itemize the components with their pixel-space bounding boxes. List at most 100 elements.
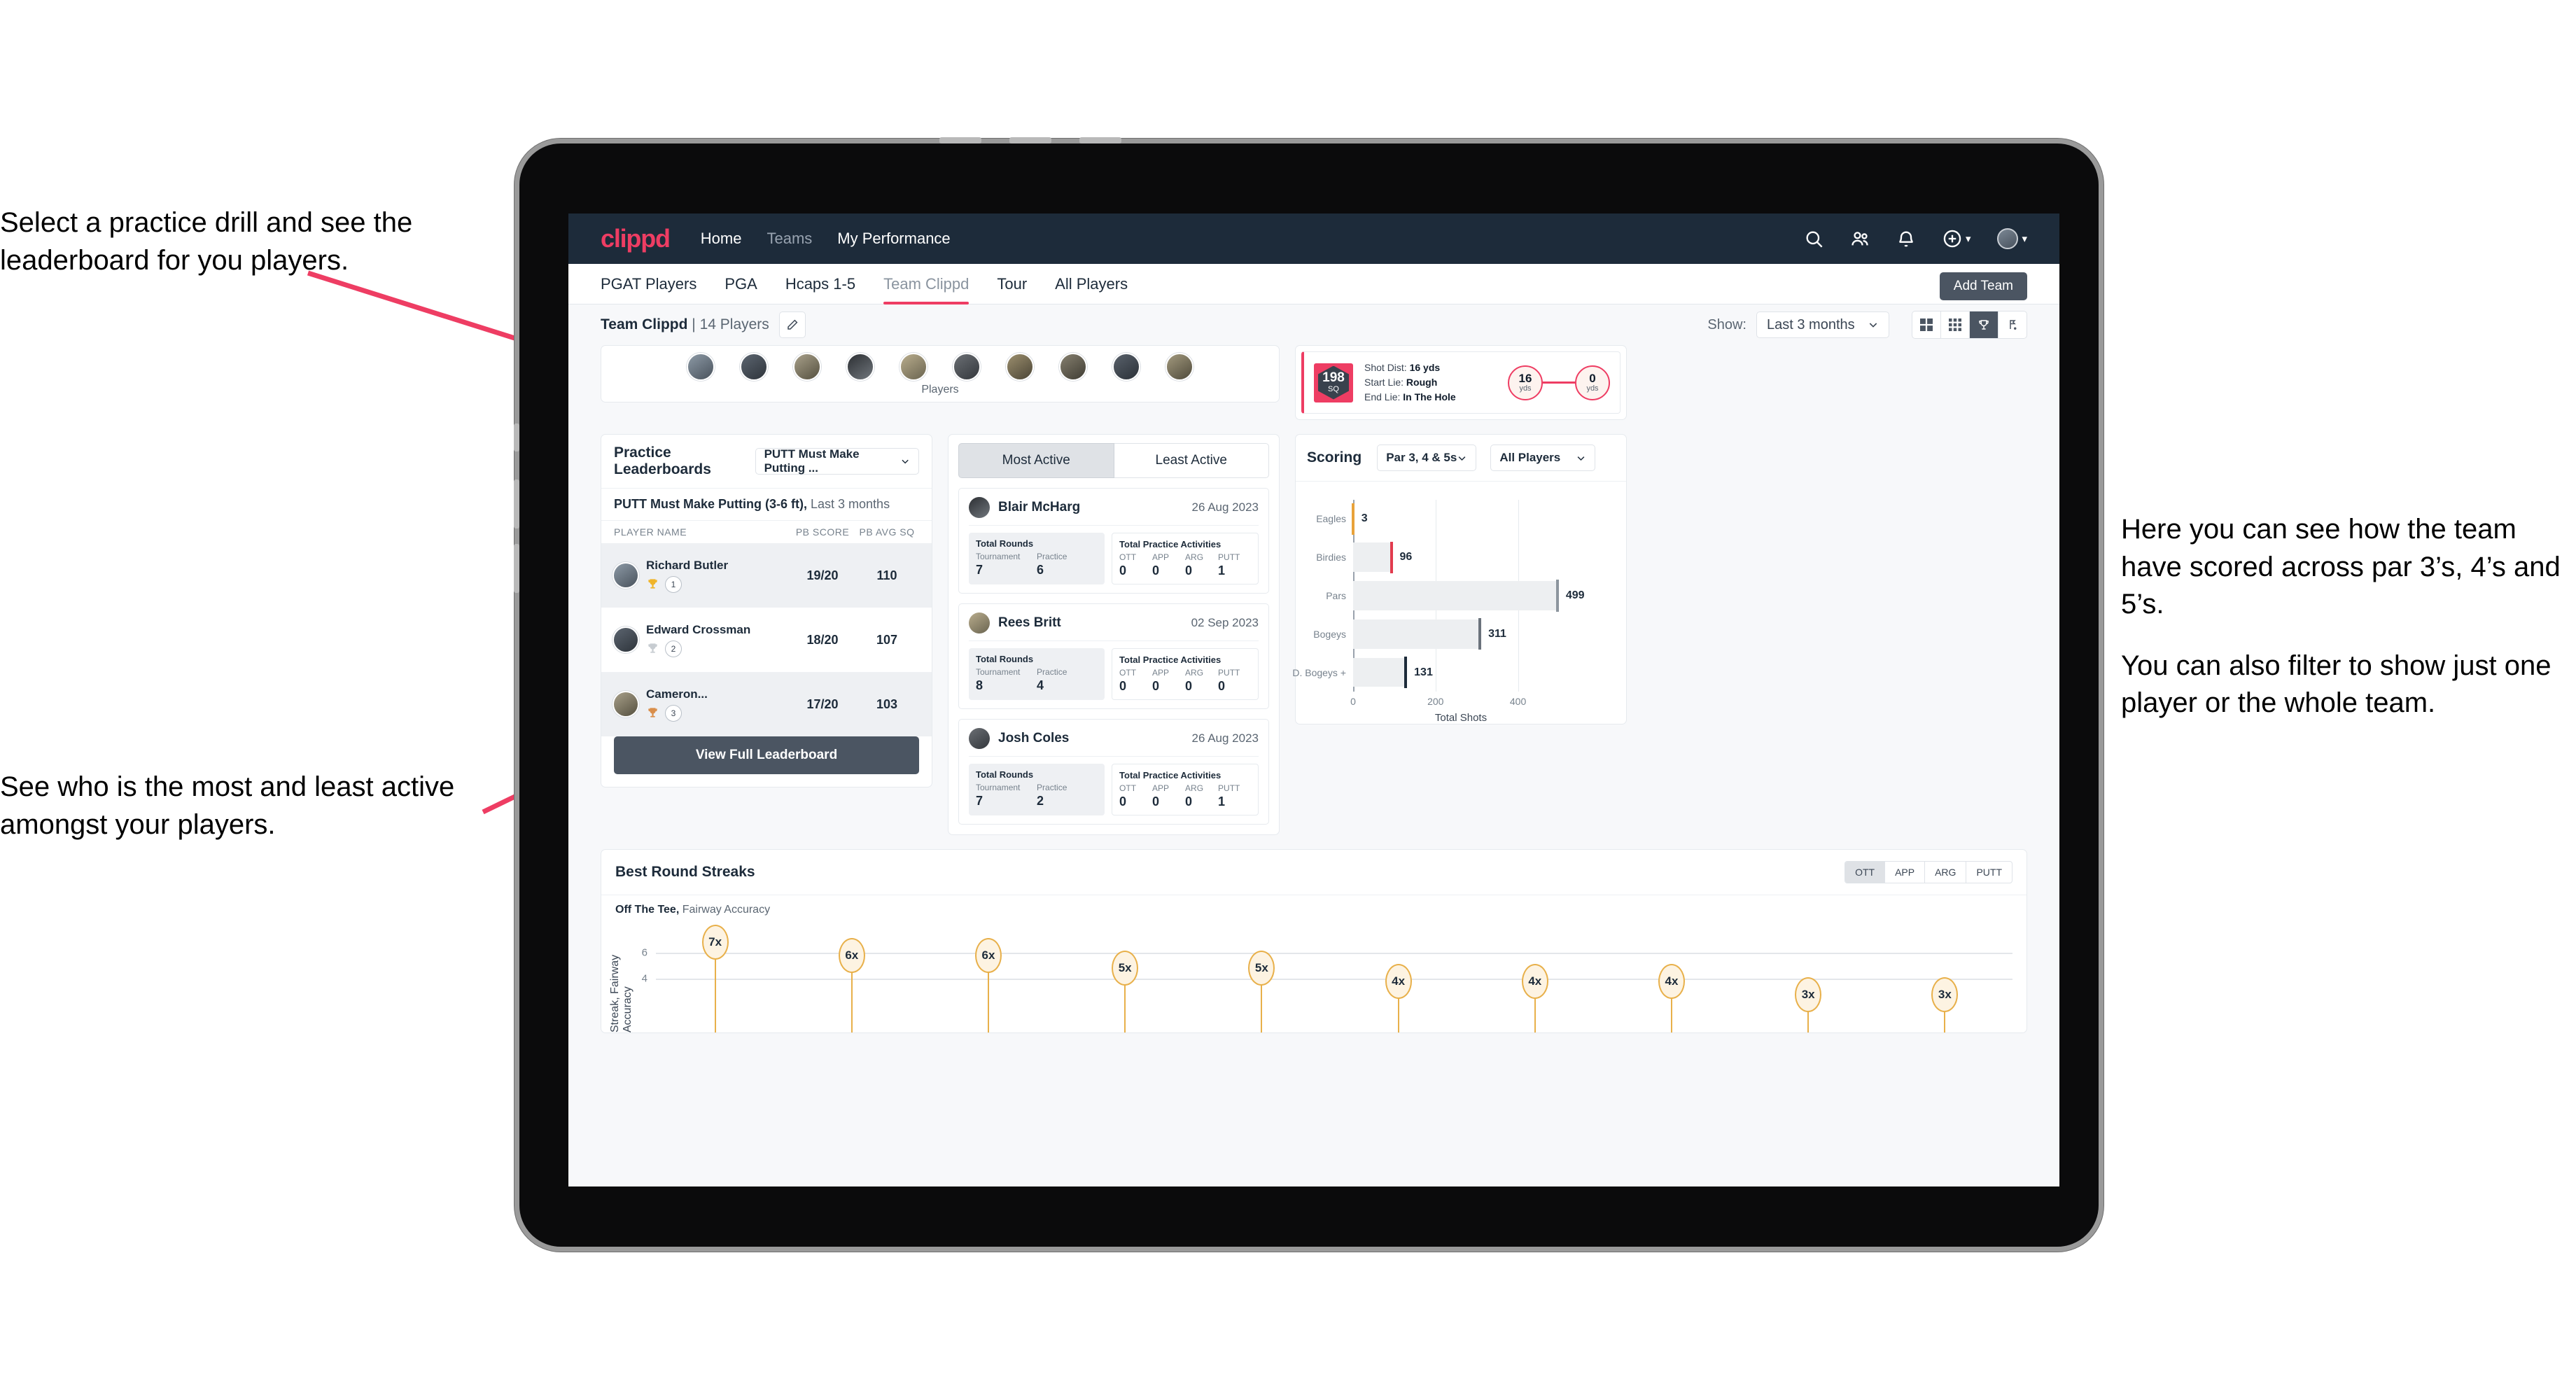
tab-most-active[interactable]: Most Active xyxy=(958,443,1114,478)
view-grid-large-button[interactable] xyxy=(1912,312,1941,338)
activity-player-list: Blair McHarg 26 Aug 2023 Total Rounds Tourn… xyxy=(948,488,1279,825)
player-avatar[interactable] xyxy=(740,353,768,381)
tab-pga[interactable]: PGA xyxy=(724,264,757,304)
activity-card-item[interactable]: Josh Coles 26 Aug 2023 Total Rounds Tournam… xyxy=(958,719,1269,825)
leaderboard-row[interactable]: Edward Crossman 2 18/20 107 xyxy=(601,608,932,672)
streak-lollipop[interactable]: 7x xyxy=(701,924,729,1032)
streak-lollipop[interactable]: 3x xyxy=(1795,976,1822,1032)
profile-menu[interactable]: ▾ xyxy=(1997,228,2027,249)
streak-lollipop[interactable]: 6x xyxy=(975,937,1002,1032)
total-rounds-title: Total Rounds xyxy=(976,538,1034,549)
pa-col-app-label: APP xyxy=(1152,668,1170,678)
streaks-tab-ott[interactable]: OTT xyxy=(1845,862,1886,883)
streak-lollipop[interactable]: 4x xyxy=(1658,964,1685,1032)
player-avatar[interactable] xyxy=(1006,353,1034,381)
view-trophy-button[interactable] xyxy=(1970,312,1998,338)
bell-icon[interactable] xyxy=(1896,229,1916,248)
streak-lollipop[interactable]: 3x xyxy=(1931,976,1959,1032)
view-full-leaderboard-button[interactable]: View Full Leaderboard xyxy=(614,736,919,774)
pa-col-app-label: APP xyxy=(1152,552,1170,562)
tab-pgat-players[interactable]: PGAT Players xyxy=(601,264,696,304)
pa-col-putt-label: PUTT xyxy=(1218,668,1240,678)
pa-col-putt-label: PUTT xyxy=(1218,783,1240,793)
search-icon[interactable] xyxy=(1804,229,1823,248)
activity-date: 26 Aug 2023 xyxy=(1191,732,1259,745)
player-avatar[interactable] xyxy=(1112,353,1140,381)
rounds-practice-value: 4 xyxy=(1037,678,1044,692)
shot-detail-card: 198 SQ Shot Dist: 16 yds Start Lie: Roug… xyxy=(1295,345,1627,420)
app-logo[interactable]: clippd xyxy=(601,224,671,253)
tab-least-active[interactable]: Least Active xyxy=(1114,443,1269,478)
scoring-bar-cap xyxy=(1555,580,1559,612)
par-filter-select[interactable]: Par 3, 4 & 5s xyxy=(1377,444,1477,471)
streak-lollipop[interactable]: 5x xyxy=(1248,951,1275,1032)
streak-lollipop[interactable]: 4x xyxy=(1521,964,1548,1032)
player-avatar[interactable] xyxy=(687,353,715,381)
scoring-bar-row: Birdies 96 xyxy=(1316,540,1576,575)
scoring-bar-fill xyxy=(1353,620,1482,649)
scoring-bar-value: 96 xyxy=(1399,551,1413,564)
view-flag-button[interactable] xyxy=(1998,312,2026,338)
column-pb-avg-sq: PB AVG SQ xyxy=(859,526,915,538)
scoring-x-axis-label: Total Shots xyxy=(1434,712,1488,724)
nav-link-home[interactable]: Home xyxy=(701,230,742,248)
chevron-down-icon xyxy=(1869,323,1877,328)
streak-lollipop[interactable]: 6x xyxy=(838,937,865,1032)
date-range-value: Last 3 months xyxy=(1767,316,1855,332)
player-avatar[interactable] xyxy=(793,353,821,381)
streak-lollipop[interactable]: 4x xyxy=(1385,964,1412,1032)
chevron-down-icon xyxy=(902,459,909,464)
practice-activities-cols: OTT 0 APP 0 ARG 0 PUTT 1 xyxy=(1119,783,1251,809)
streak-lollipop[interactable]: 5x xyxy=(1112,951,1139,1032)
nav-link-teams[interactable]: Teams xyxy=(766,230,812,248)
player-avatar xyxy=(614,692,638,716)
streaks-tab-app[interactable]: APP xyxy=(1885,862,1926,883)
leaderboard-row[interactable]: Cameron... 3 17/20 103 xyxy=(601,672,932,736)
view-grid-small-button[interactable] xyxy=(1941,312,1970,338)
pa-arg-value: 0 xyxy=(1185,794,1193,808)
player-avatar[interactable] xyxy=(846,353,874,381)
team-tabs: PGAT Players PGA Hcaps 1-5 Team Clippd T… xyxy=(568,264,2059,304)
streaks-category-toggle[interactable]: OTT APP ARG PUTT xyxy=(1844,861,2012,883)
pa-col-putt-label: PUTT xyxy=(1218,552,1240,562)
streaks-tab-arg[interactable]: ARG xyxy=(1925,862,1967,883)
player-name: Cameron... xyxy=(646,687,708,701)
tab-all-players[interactable]: All Players xyxy=(1055,264,1128,304)
drill-select[interactable]: PUTT Must Make Putting ... xyxy=(755,447,919,475)
chevron-down-icon: ▾ xyxy=(2022,233,2027,245)
plus-circle-icon[interactable] xyxy=(1942,229,1962,248)
flag-icon xyxy=(2010,320,2017,330)
activity-card-item[interactable]: Blair McHarg 26 Aug 2023 Total Rounds Tourn… xyxy=(958,488,1269,594)
tab-team-clippd[interactable]: Team Clippd xyxy=(883,264,969,304)
streaks-subtitle-rest: Fairway Accuracy xyxy=(679,904,771,916)
pa-arg-value: 0 xyxy=(1185,564,1193,578)
edit-team-button[interactable] xyxy=(778,312,806,338)
date-range-select[interactable]: Last 3 months xyxy=(1756,312,1889,338)
player-avatar[interactable] xyxy=(1059,353,1087,381)
player-filter-select[interactable]: All Players xyxy=(1490,444,1596,471)
practice-leaderboard-card: Practice Leaderboards PUTT Must Make Put… xyxy=(601,434,932,788)
pa-app-value: 0 xyxy=(1152,794,1160,808)
add-menu[interactable]: ▾ xyxy=(1942,229,1971,248)
streaks-subtitle: Off The Tee, Fairway Accuracy xyxy=(601,895,2026,916)
shot-dist-row: Shot Dist: 16 yds xyxy=(1364,360,1456,375)
trophy-icon xyxy=(648,708,657,718)
nav-link-my-performance[interactable]: My Performance xyxy=(837,230,950,248)
player-avatar[interactable] xyxy=(899,353,927,381)
tab-hcaps-1-5[interactable]: Hcaps 1-5 xyxy=(785,264,855,304)
player-avatar[interactable] xyxy=(1166,353,1194,381)
scoring-header: Scoring Par 3, 4 & 5s All Players xyxy=(1296,435,1626,482)
avatar[interactable] xyxy=(1997,228,2019,249)
leaderboard-row[interactable]: Richard Butler 1 19/20 110 xyxy=(601,543,932,608)
practice-activities-title: Total Practice Activities xyxy=(1119,654,1222,665)
player-avatar[interactable] xyxy=(953,353,981,381)
add-team-button[interactable]: Add Team xyxy=(1939,272,2027,300)
activity-card-item[interactable]: Rees Britt 02 Sep 2023 Total Rounds Tournam… xyxy=(958,603,1269,709)
streaks-title: Best Round Streaks xyxy=(615,864,755,880)
tab-tour[interactable]: Tour xyxy=(997,264,1027,304)
activity-date: 26 Aug 2023 xyxy=(1191,500,1259,514)
streaks-tab-putt[interactable]: PUTT xyxy=(1966,862,2012,883)
people-icon[interactable] xyxy=(1850,229,1870,248)
chevron-down-icon: ▾ xyxy=(1965,233,1971,245)
view-mode-toggle[interactable] xyxy=(1912,311,2027,339)
